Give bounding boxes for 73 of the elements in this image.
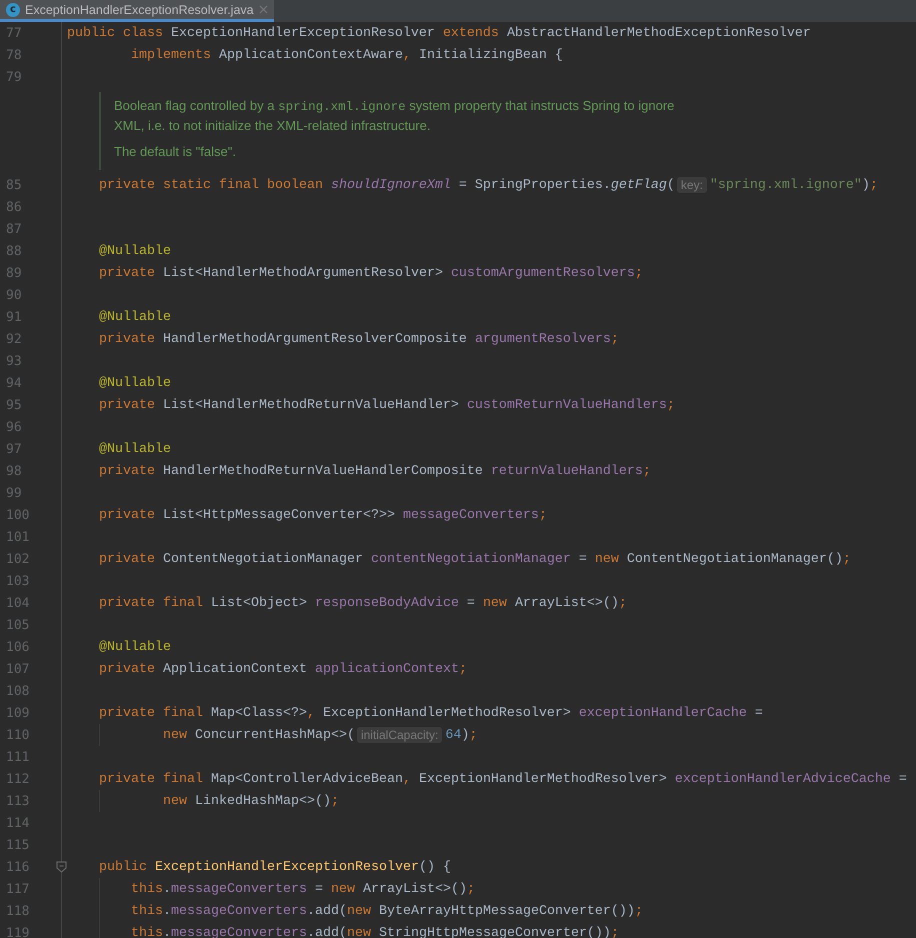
inlay-hint: initialCapacity: bbox=[356, 727, 442, 743]
code-line: private HandlerMethodArgumentResolverComposite argumentResolvers; bbox=[99, 332, 619, 346]
file-tab[interactable]: c ExceptionHandlerExceptionResolver.java bbox=[0, 0, 274, 22]
line-number: 114 bbox=[6, 816, 30, 830]
line-number: 105 bbox=[6, 618, 30, 632]
line-number: 107 bbox=[6, 662, 30, 676]
code-line: public class ExceptionHandlerExceptionResolver extends AbstractHandlerMethodExceptionResolver bbox=[67, 26, 811, 40]
line-number: 93 bbox=[6, 354, 22, 368]
line-number: 118 bbox=[6, 904, 30, 918]
code-line: private final Map<Class<?>, ExceptionHandlerMethodResolver> exceptionHandlerCache = bbox=[99, 706, 763, 720]
line-number: 89 bbox=[6, 266, 22, 280]
line-number: 77 bbox=[6, 26, 22, 40]
line-number: 78 bbox=[6, 48, 22, 62]
line-number: 101 bbox=[6, 530, 30, 544]
line-number: 102 bbox=[6, 552, 30, 566]
line-number: 94 bbox=[6, 376, 22, 390]
line-number: 98 bbox=[6, 464, 22, 478]
line-number: 97 bbox=[6, 442, 22, 456]
line-number: 103 bbox=[6, 574, 30, 588]
code-line: @Nullable bbox=[99, 244, 171, 258]
line-number: 104 bbox=[6, 596, 30, 610]
line-number: 99 bbox=[6, 486, 22, 500]
code-line: this.messageConverters = new ArrayList<>(); bbox=[131, 882, 475, 896]
code-line: private List<HttpMessageConverter<?>> messageConverters; bbox=[99, 508, 547, 522]
code-text: new ConcurrentHashMap<>( bbox=[163, 728, 355, 742]
line-number: 106 bbox=[6, 640, 30, 654]
code-line: private final List<Object> responseBodyAdvice = new ArrayList<>(); bbox=[99, 596, 627, 610]
line-number: 109 bbox=[6, 706, 30, 720]
code-line: @Nullable bbox=[99, 376, 171, 390]
code-line: implements ApplicationContextAware, InitializingBean { bbox=[131, 48, 563, 62]
code-text: private static final boolean shouldIgnoreXml = SpringProperties.getFlag( bbox=[99, 178, 675, 192]
class-file-icon: c bbox=[6, 2, 20, 16]
line-number: 119 bbox=[6, 926, 30, 938]
code-line: private ApplicationContext applicationContext; bbox=[99, 662, 467, 676]
code-line: @Nullable bbox=[99, 442, 171, 456]
code-line: private HandlerMethodReturnValueHandlerComposite returnValueHandlers; bbox=[99, 464, 651, 478]
doc-text: XML, i.e. to not initialize the XML-related infrastructure. bbox=[114, 117, 432, 135]
code-line: this.messageConverters.add(new ByteArrayHttpMessageConverter()); bbox=[131, 904, 643, 918]
line-number: 112 bbox=[6, 772, 30, 786]
line-number: 87 bbox=[6, 222, 22, 236]
doc-text: Boolean flag controlled by a spring.xml.ignore system property that instructs Spring to ignore bbox=[114, 97, 676, 116]
code-line: new LinkedHashMap<>(); bbox=[163, 794, 339, 808]
code-line: @Nullable bbox=[99, 310, 171, 324]
code-line: public ExceptionHandlerExceptionResolver() { bbox=[99, 860, 451, 874]
line-number: 85 bbox=[6, 178, 22, 192]
line-number: 100 bbox=[6, 508, 30, 522]
line-number: 110 bbox=[6, 728, 30, 742]
code-line: private List<HandlerMethodArgumentResolver> customArgumentResolvers; bbox=[99, 266, 643, 280]
line-number: 95 bbox=[6, 398, 22, 412]
line-number: 96 bbox=[6, 420, 22, 434]
code-line: private ContentNegotiationManager contentNegotiationManager = new ContentNegotiationManager(); bbox=[99, 552, 851, 566]
line-number: 88 bbox=[6, 244, 22, 258]
fold-icon[interactable] bbox=[56, 861, 67, 873]
line-number: 113 bbox=[6, 794, 30, 808]
code-line: @Nullable bbox=[99, 640, 171, 654]
code-text: "spring.xml.ignore"); bbox=[710, 178, 878, 192]
code-line: private List<HandlerMethodReturnValueHandler> customReturnValueHandlers; bbox=[99, 398, 675, 412]
line-number: 111 bbox=[6, 750, 30, 764]
doc-text: The default is "false". bbox=[114, 143, 237, 161]
close-icon[interactable] bbox=[258, 5, 268, 14]
line-number: 92 bbox=[6, 332, 22, 346]
line-number: 86 bbox=[6, 200, 22, 214]
line-number: 117 bbox=[6, 882, 30, 896]
code-text: 64); bbox=[445, 728, 478, 742]
line-number: 115 bbox=[6, 838, 30, 852]
line-number: 108 bbox=[6, 684, 30, 698]
inlay-hint: key: bbox=[676, 177, 707, 193]
line-number: 116 bbox=[6, 860, 30, 874]
line-number: 90 bbox=[6, 288, 22, 302]
code-line: private final Map<ControllerAdviceBean, ExceptionHandlerMethodResolver> exceptionHandlerAdviceCache = bbox=[99, 772, 907, 786]
line-number: 79 bbox=[6, 70, 22, 84]
line-number: 91 bbox=[6, 310, 22, 324]
code-line: this.messageConverters.add(new StringHttpMessageConverter()); bbox=[131, 926, 619, 938]
